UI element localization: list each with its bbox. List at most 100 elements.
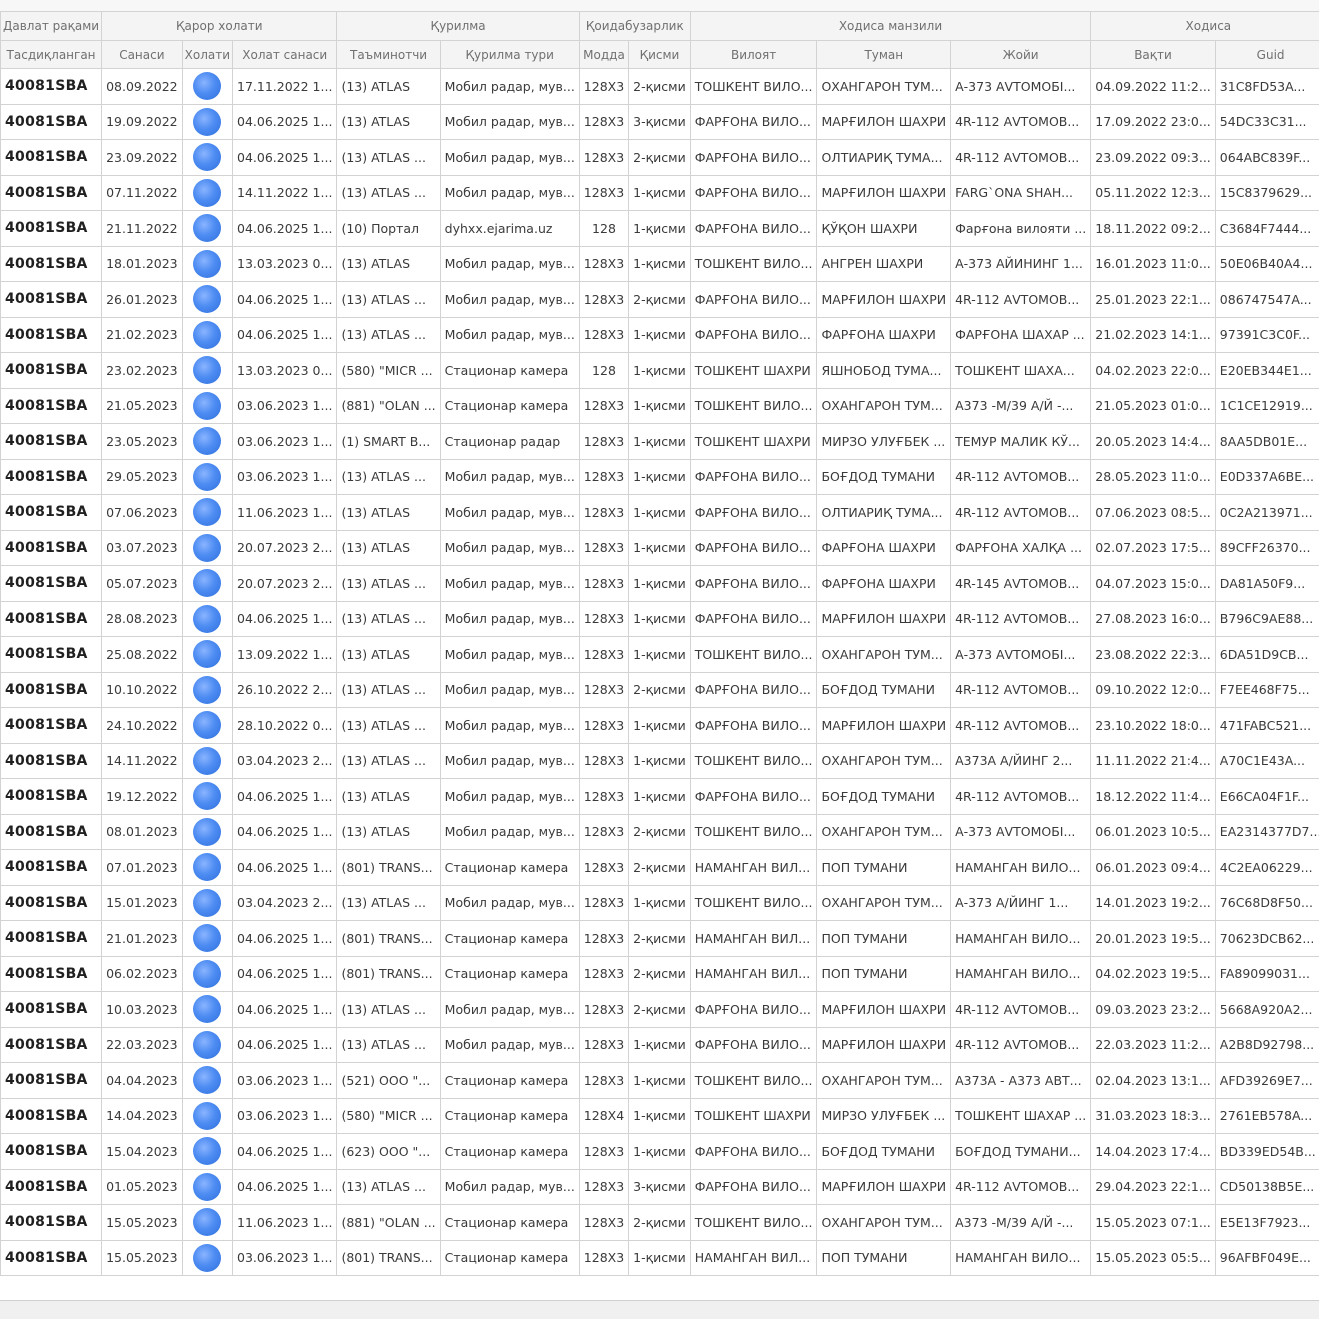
group-header-5[interactable]: Ходиса [1091, 12, 1319, 41]
table-row[interactable]: 40081SBA21.05.202303.06.2023 1...(881) "… [1, 388, 1319, 424]
cell-provider: (881) "OLAN ... [337, 1205, 440, 1241]
cell-provider: (801) TRANS... [337, 956, 440, 992]
cell-article: 128X3 [579, 1169, 628, 1205]
table-row[interactable]: 40081SBA14.04.202303.06.2023 1...(580) "… [1, 1098, 1319, 1134]
table-row[interactable]: 40081SBA21.02.202304.06.2025 1...(13) AT… [1, 317, 1319, 353]
table-row[interactable]: 40081SBA21.11.202204.06.2025 1...(10) По… [1, 211, 1319, 247]
column-header-status-date[interactable]: Холат санаси [233, 41, 337, 69]
blue-circle-icon [193, 853, 221, 881]
cell-part: 2-қисми [629, 992, 691, 1028]
cell-confirmed: 40081SBA [1, 388, 102, 424]
cell-guid: E0D337A6BE... [1215, 459, 1319, 495]
table-row[interactable]: 40081SBA01.05.202304.06.2025 1...(13) AT… [1, 1169, 1319, 1205]
column-header-region[interactable]: Вилоят [690, 41, 817, 69]
group-header-3[interactable]: Қоидабузарлик [579, 12, 690, 41]
cell-time: 04.02.2023 19:5... [1091, 956, 1216, 992]
table-row[interactable]: 40081SBA15.04.202304.06.2025 1...(623) О… [1, 1134, 1319, 1170]
cell-district: ОХАНГАРОН ТУМ... [817, 814, 951, 850]
cell-time: 20.01.2023 19:5... [1091, 921, 1216, 957]
cell-confirmed: 40081SBA [1, 779, 102, 815]
column-header-guid[interactable]: Guid [1215, 41, 1319, 69]
table-row[interactable]: 40081SBA04.04.202303.06.2023 1...(521) О… [1, 1063, 1319, 1099]
column-header-part[interactable]: Қисми [629, 41, 691, 69]
table-row[interactable]: 40081SBA07.06.202311.06.2023 1...(13) AT… [1, 495, 1319, 531]
cell-guid: 471FABC521... [1215, 708, 1319, 744]
cell-device-type: Мобил радар, мув... [440, 814, 579, 850]
column-header-provider[interactable]: Таъминотчи [337, 41, 440, 69]
column-header-time[interactable]: Вақти [1091, 41, 1216, 69]
table-row[interactable]: 40081SBA14.11.202203.04.2023 2...(13) AT… [1, 743, 1319, 779]
table-row[interactable]: 40081SBA23.02.202313.03.2023 0...(580) "… [1, 353, 1319, 389]
cell-provider: (801) TRANS... [337, 850, 440, 886]
table-row[interactable]: 40081SBA19.12.202204.06.2025 1...(13) AT… [1, 779, 1319, 815]
table-row[interactable]: 40081SBA08.09.202217.11.2022 1...(13) AT… [1, 69, 1319, 105]
cell-confirmed: 40081SBA [1, 708, 102, 744]
table-row[interactable]: 40081SBA05.07.202320.07.2023 2...(13) AT… [1, 566, 1319, 602]
table-row[interactable]: 40081SBA15.05.202311.06.2023 1...(881) "… [1, 1205, 1319, 1241]
cell-region: НАМАНГАН ВИЛ... [690, 956, 817, 992]
table-row[interactable]: 40081SBA10.10.202226.10.2022 2...(13) AT… [1, 672, 1319, 708]
table-row[interactable]: 40081SBA21.01.202304.06.2025 1...(801) T… [1, 921, 1319, 957]
table-row[interactable]: 40081SBA15.01.202303.04.2023 2...(13) AT… [1, 885, 1319, 921]
cell-confirmed: 40081SBA [1, 140, 102, 176]
column-header-status[interactable]: Холати [182, 41, 232, 69]
cell-time: 05.11.2022 12:3... [1091, 175, 1216, 211]
column-header-place[interactable]: Жойи [951, 41, 1091, 69]
group-header-2[interactable]: Қурилма [337, 12, 579, 41]
cell-district: МИРЗО УЛУҒБЕК ... [817, 1098, 951, 1134]
table-row[interactable]: 40081SBA22.03.202304.06.2025 1...(13) AT… [1, 1027, 1319, 1063]
group-header-0[interactable]: Давлат рақами [1, 12, 102, 41]
cell-place: А-373 АVТОМОБІ... [951, 69, 1091, 105]
cell-place: 4R-112 АVТОМОВ... [951, 459, 1091, 495]
table-row[interactable]: 40081SBA18.01.202313.03.2023 0...(13) AT… [1, 246, 1319, 282]
cell-status [182, 992, 232, 1028]
cell-date: 25.08.2022 [102, 637, 183, 673]
cell-date: 15.01.2023 [102, 885, 183, 921]
cell-date: 22.03.2023 [102, 1027, 183, 1063]
table-row[interactable]: 40081SBA07.01.202304.06.2025 1...(801) T… [1, 850, 1319, 886]
table-row[interactable]: 40081SBA10.03.202304.06.2025 1...(13) AT… [1, 992, 1319, 1028]
cell-device-type: Мобил радар, мув... [440, 779, 579, 815]
cell-district: ОЛТИАРИҚ ТУМА... [817, 140, 951, 176]
column-header-device-type[interactable]: Қурилма тури [440, 41, 579, 69]
table-row[interactable]: 40081SBA23.09.202204.06.2025 1...(13) AT… [1, 140, 1319, 176]
table-row[interactable]: 40081SBA06.02.202304.06.2025 1...(801) T… [1, 956, 1319, 992]
table-row[interactable]: 40081SBA24.10.202228.10.2022 0...(13) AT… [1, 708, 1319, 744]
table-row[interactable]: 40081SBA08.01.202304.06.2025 1...(13) AT… [1, 814, 1319, 850]
table-row[interactable]: 40081SBA25.08.202213.09.2022 1...(13) AT… [1, 637, 1319, 673]
cell-region: ТОШКЕНТ ШАХРИ [690, 353, 817, 389]
cell-provider: (13) ATLAS [337, 495, 440, 531]
cell-date: 08.09.2022 [102, 69, 183, 105]
cell-region: ТОШКЕНТ ВИЛО... [690, 743, 817, 779]
cell-district: ПОП ТУМАНИ [817, 850, 951, 886]
group-header-4[interactable]: Ходиса манзили [690, 12, 1091, 41]
table-row[interactable]: 40081SBA28.08.202304.06.2025 1...(13) AT… [1, 601, 1319, 637]
cell-time: 21.05.2023 01:0... [1091, 388, 1216, 424]
cell-date: 23.05.2023 [102, 424, 183, 460]
cell-date: 10.03.2023 [102, 992, 183, 1028]
table-row[interactable]: 40081SBA26.01.202304.06.2025 1...(13) AT… [1, 282, 1319, 318]
table-row[interactable]: 40081SBA15.05.202303.06.2023 1...(801) T… [1, 1240, 1319, 1276]
cell-provider: (13) ATLAS [337, 246, 440, 282]
table-row[interactable]: 40081SBA19.09.202204.06.2025 1...(13) AT… [1, 104, 1319, 140]
column-header-article[interactable]: Модда [579, 41, 628, 69]
column-header-date[interactable]: Санаси [102, 41, 183, 69]
cell-district: ПОП ТУМАНИ [817, 1240, 951, 1276]
cell-status-date: 03.06.2023 1... [233, 424, 337, 460]
group-header-1[interactable]: Қарор холати [102, 12, 337, 41]
column-header-confirmed[interactable]: Тасдиқланган [1, 41, 102, 69]
cell-date: 03.07.2023 [102, 530, 183, 566]
column-header-district[interactable]: Туман [817, 41, 951, 69]
table-row[interactable]: 40081SBA23.05.202303.06.2023 1...(1) SMA… [1, 424, 1319, 460]
cell-district: МАРҒИЛОН ШАХРИ [817, 1169, 951, 1205]
cell-article: 128X3 [579, 885, 628, 921]
cell-part: 3-қисми [629, 104, 691, 140]
table-row[interactable]: 40081SBA07.11.202214.11.2022 1...(13) AT… [1, 175, 1319, 211]
cell-status-date: 04.06.2025 1... [233, 211, 337, 247]
cell-region: ФАРҒОНА ВИЛО... [690, 566, 817, 602]
table-row[interactable]: 40081SBA03.07.202320.07.2023 2...(13) AT… [1, 530, 1319, 566]
table-row[interactable]: 40081SBA29.05.202303.06.2023 1...(13) AT… [1, 459, 1319, 495]
cell-place: НАМАНГАН ВИЛО... [951, 1240, 1091, 1276]
blue-circle-icon [193, 1173, 221, 1201]
cell-place: ФАРҒОНА ХАЛҚА ... [951, 530, 1091, 566]
